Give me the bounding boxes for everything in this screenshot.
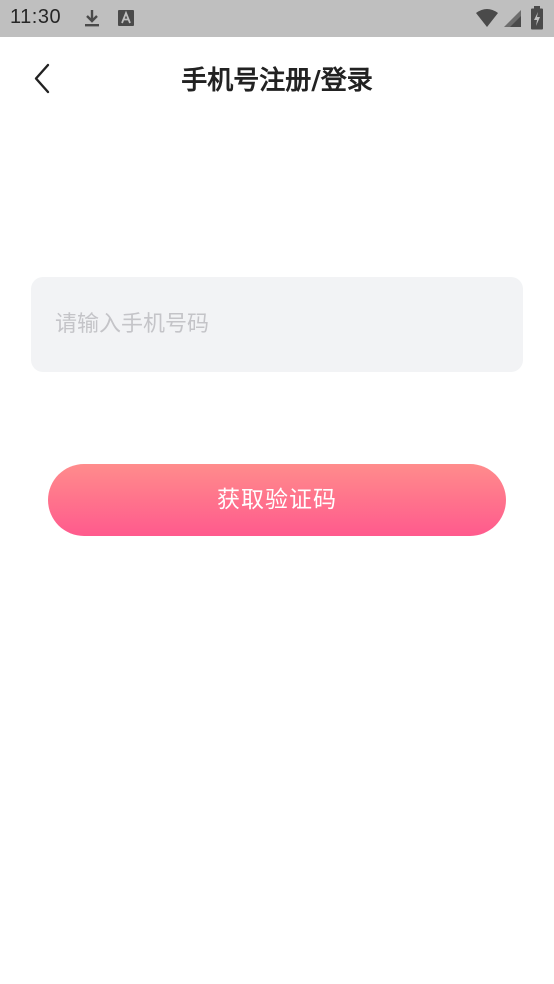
wifi-icon	[475, 8, 499, 28]
get-code-button[interactable]: 获取验证码	[48, 464, 506, 536]
status-time: 11:30	[10, 6, 62, 28]
phone-input[interactable]	[31, 277, 523, 372]
download-icon	[82, 8, 102, 28]
a-notification-icon	[116, 8, 136, 28]
signal-icon	[502, 8, 522, 28]
nav-bar: 手机号注册/登录	[0, 37, 554, 125]
page-title: 手机号注册/登录	[181, 66, 373, 96]
phone-field	[31, 277, 523, 372]
battery-icon	[530, 6, 544, 30]
status-bar: 11:30	[0, 0, 554, 37]
